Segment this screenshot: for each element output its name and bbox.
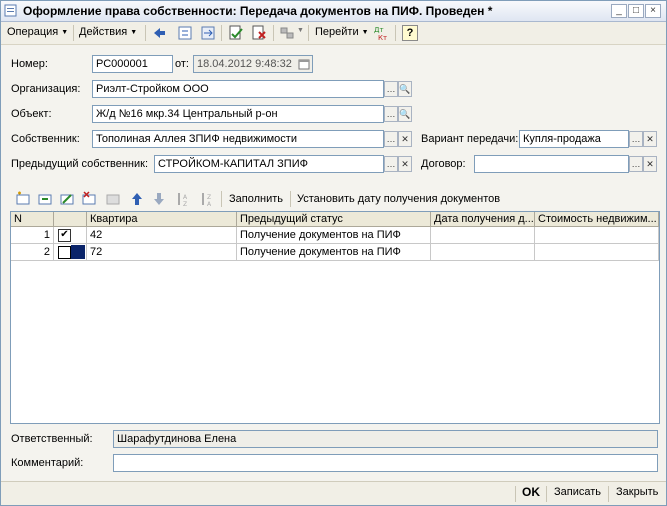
svg-text:Z: Z [207,194,211,201]
maximize-button[interactable]: □ [628,4,644,18]
previous-owner-select-button[interactable]: … [384,156,398,172]
date-field[interactable]: 18.04.2012 9:48:32 [193,55,313,73]
back-arrow-icon[interactable] [151,25,167,41]
document-window: Оформление права собственности: Передача… [0,0,667,506]
end-edit-icon[interactable] [105,191,121,207]
row-checkbox[interactable] [58,246,71,259]
number-field[interactable]: РС000001 [92,55,173,73]
apartment-cell[interactable]: 72 [87,244,237,261]
svg-text:Кт: Кт [378,34,387,41]
previous-status-cell[interactable]: Получение документов на ПИФ [237,227,431,244]
contract-label: Договор: [421,158,466,170]
date-label: от: [175,58,189,70]
save-button[interactable]: Записать [554,486,601,498]
add-row-icon[interactable] [15,191,31,207]
receive-date-cell[interactable] [431,244,535,261]
transfer-variant-field[interactable]: Купля-продажа [519,130,629,148]
contract-select-button[interactable]: … [629,156,643,172]
previous-owner-label: Предыдущий собственник: [11,158,148,170]
sort-descending-icon[interactable]: ZA [199,191,215,207]
cost-cell[interactable] [535,244,659,261]
column-header-n[interactable]: N [11,212,54,227]
actions-menu[interactable]: Действия ▼ [79,26,137,38]
object-field[interactable]: Ж/д №16 мкр.34 Центральный р-он [92,105,384,123]
previous-owner-field[interactable]: СТРОЙКОМ-КАПИТАЛ ЗПИФ [154,155,384,173]
apartment-cell[interactable]: 42 [87,227,237,244]
comment-label: Комментарий: [11,457,84,469]
ok-button[interactable]: OK [522,485,540,499]
previous-owner-clear-icon[interactable]: ✕ [398,156,412,172]
responsible-label: Ответственный: [11,433,93,445]
calendar-icon[interactable] [298,58,310,70]
row-number: 2 [11,244,54,261]
column-header-cost[interactable]: Стоимость недвижим... [535,212,659,227]
column-header-previous-status[interactable]: Предыдущий статус [237,212,431,227]
row-checkbox-cell[interactable] [54,244,87,261]
svg-text:Z: Z [183,201,187,207]
column-header-receive-date[interactable]: Дата получения д... [431,212,535,227]
transfer-variant-label: Вариант передачи: [421,133,519,145]
structure-icon[interactable] [279,25,295,41]
document-icon [4,4,17,17]
svg-text:A: A [183,194,188,201]
owner-select-button[interactable]: … [384,131,398,147]
post-document-icon[interactable] [228,25,244,41]
main-toolbar: Операция ▼ Действия ▼ ▼ Перейти ▼ Дт Кт ? [1,22,666,45]
unpost-document-icon[interactable] [251,25,267,41]
move-up-icon[interactable] [129,191,145,207]
column-header-apartment[interactable]: Квартира [87,212,237,227]
window-title: Оформление права собственности: Передача… [23,4,493,18]
receive-date-cell[interactable] [431,227,535,244]
row-checkbox[interactable]: ✔ [58,229,71,242]
row-number: 1 [11,227,54,244]
contract-field[interactable] [474,155,629,173]
operation-menu[interactable]: Операция ▼ [7,26,68,38]
previous-status-cell[interactable]: Получение документов на ПИФ [237,244,431,261]
move-down-icon[interactable] [151,191,167,207]
owner-clear-icon[interactable]: ✕ [398,131,412,147]
object-select-button[interactable]: … [384,106,398,122]
selected-cell-highlight [71,245,85,259]
sort-ascending-icon[interactable]: AZ [175,191,191,207]
object-label: Объект: [11,108,52,120]
responsible-field[interactable]: Шарафутдинова Елена [113,430,658,448]
organization-select-button[interactable]: … [384,81,398,97]
number-label: Номер: [11,58,48,70]
comment-field[interactable] [113,454,658,472]
help-button[interactable]: ? [402,25,418,41]
organization-field[interactable]: Риэлт-Стройком ООО [92,80,384,98]
transfer-icon[interactable] [200,25,216,41]
owner-field[interactable]: Тополиная Аллея ЗПИФ недвижимости [92,130,384,148]
delete-row-icon[interactable] [81,191,97,207]
set-receive-date-button[interactable]: Установить дату получения документов [297,193,500,205]
owner-label: Собственник: [11,133,80,145]
minimize-button[interactable]: _ [611,4,627,18]
copy-row-icon[interactable] [37,191,53,207]
close-button[interactable]: Закрыть [616,486,658,498]
refresh-icon[interactable] [177,25,193,41]
title-bar: Оформление права собственности: Передача… [1,1,666,22]
column-header-check[interactable] [54,212,87,227]
organization-search-icon[interactable]: 🔍 [398,81,412,97]
transfer-variant-select-button[interactable]: … [629,131,643,147]
contract-clear-icon[interactable]: ✕ [643,156,657,172]
close-window-button[interactable]: × [645,4,661,18]
organization-label: Организация: [11,83,81,95]
cost-cell[interactable] [535,227,659,244]
goto-menu[interactable]: Перейти ▼ [315,26,369,38]
object-search-icon[interactable]: 🔍 [398,106,412,122]
debit-credit-icon[interactable]: ДтКт [373,25,389,41]
svg-text:Дт: Дт [374,26,384,34]
transfer-variant-clear-icon[interactable]: ✕ [643,131,657,147]
svg-text:A: A [207,201,212,207]
row-checkbox-cell[interactable]: ✔ [54,227,87,244]
fill-button[interactable]: Заполнить [229,193,283,205]
bottom-button-bar: OK Записать Закрыть [1,481,666,505]
table-toolbar: AZ ZA Заполнить Установить дату получени… [1,188,666,210]
edit-row-icon[interactable] [59,191,75,207]
apartments-table[interactable]: N Квартира Предыдущий статус Дата получе… [10,211,660,424]
